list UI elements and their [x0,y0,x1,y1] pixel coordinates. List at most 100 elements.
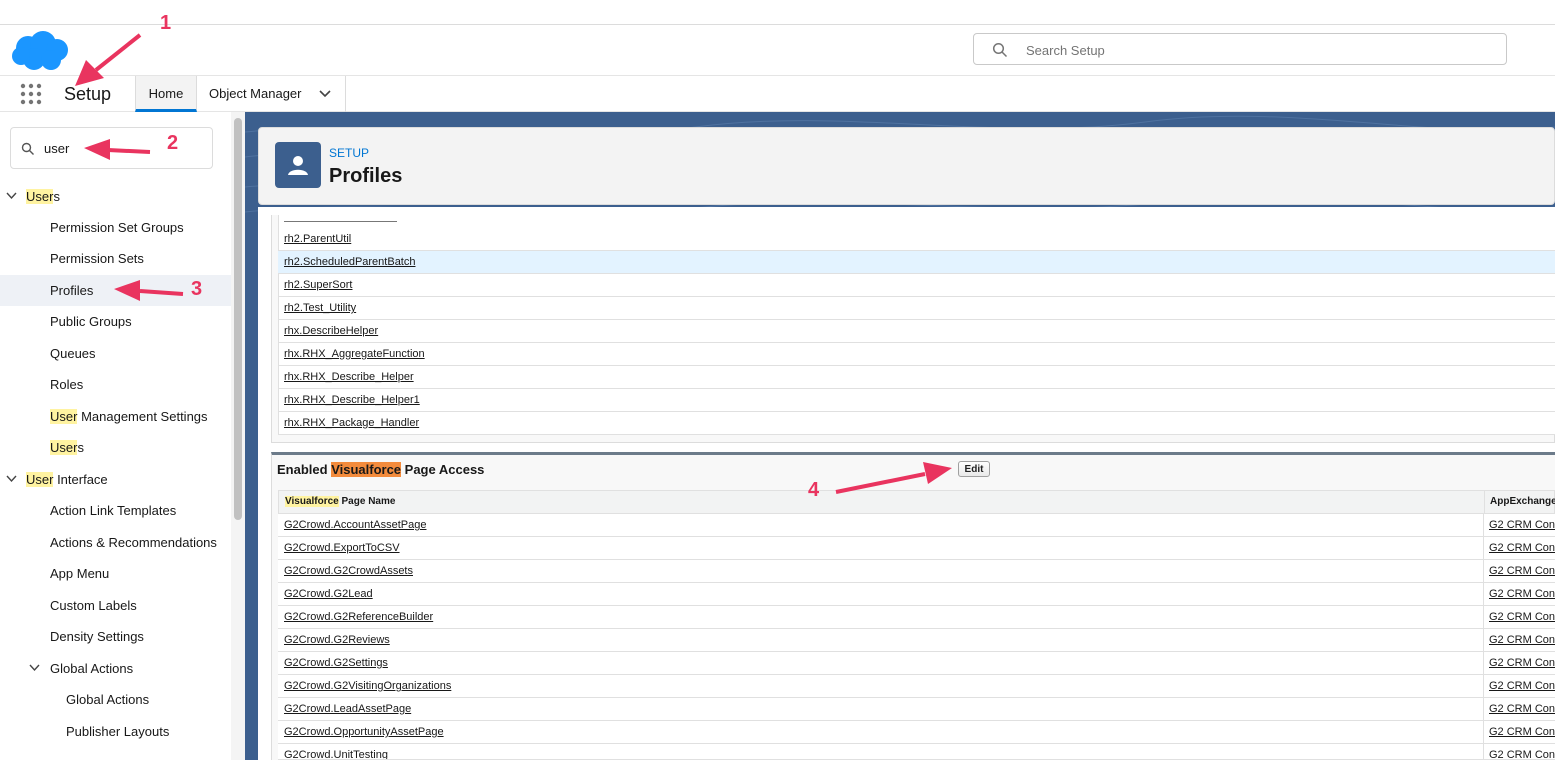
chevron-down-icon[interactable] [319,90,331,98]
sidebar-scroll-thumb[interactable] [234,118,242,520]
annotation-label-4: 4 [808,479,820,501]
match-highlight: Visualforce [331,462,402,477]
sidebar-item-density-settings[interactable]: Density Settings [0,621,231,652]
table-row: rh2.SuperSort [278,274,1555,297]
package-link[interactable]: G2 CRM Con [1489,726,1555,738]
package-link[interactable]: G2 CRM Con [1489,588,1555,600]
vf-page-link[interactable]: G2Crowd.G2VisitingOrganizations [284,680,451,692]
sidebar-item-permission-sets[interactable]: Permission Sets [0,243,231,274]
sidebar-group-global-actions[interactable]: Global Actions [0,653,231,684]
sidebar-item-label: Global Actions [50,661,134,676]
section-title-text: Page Access [401,462,485,477]
column-header-appexchange[interactable]: AppExchange [1484,491,1555,513]
vf-page-link[interactable]: G2Crowd.G2CrowdAssets [284,565,413,577]
vf-page-link[interactable]: G2Crowd.OpportunityAssetPage [284,726,444,738]
sidebar-item-public-groups[interactable]: Public Groups [0,306,231,337]
vf-page-link[interactable]: G2Crowd.AccountAssetPage [284,519,426,531]
sidebar-item-label: s [77,440,84,455]
package-link[interactable]: G2 CRM Con [1489,565,1555,577]
apex-class-link[interactable]: rhx.RHX_Describe_Helper [284,371,414,383]
quick-find-input[interactable]: user [10,127,213,169]
column-header-page-name[interactable]: Visualforce Page Name [285,491,395,513]
sidebar-item-label: Roles [50,377,84,392]
apex-class-link[interactable]: rhx.RHX_AggregateFunction [284,348,425,360]
quick-find-value: user [44,141,70,156]
apex-class-link[interactable]: rh2.Test_Utility [284,302,356,314]
setup-search-box[interactable]: Search Setup [973,33,1507,65]
column-header-label: Page Name [338,496,396,507]
vf-page-link[interactable]: G2Crowd.UnitTesting [284,749,388,759]
apex-class-link[interactable]: rh2.SuperSort [284,279,352,291]
apex-class-link[interactable]: rh2.ParentUtil [284,233,351,245]
table-row: G2Crowd.UnitTesting G2 CRM Con [278,744,1555,760]
search-placeholder: Search Setup [1026,43,1105,58]
sidebar-item-custom-labels[interactable]: Custom Labels [0,590,231,621]
sidebar-item-queues[interactable]: Queues [0,338,231,369]
package-link[interactable]: G2 CRM Con [1489,703,1555,715]
vf-page-link[interactable]: G2Crowd.G2Reviews [284,634,390,646]
edit-button[interactable]: Edit [958,461,990,477]
apex-class-link[interactable]: rhx.RHX_Describe_Helper1 [284,394,420,406]
sidebar-item-users[interactable]: Users [0,432,231,463]
sidebar-item-label: Profiles [50,283,94,298]
top-divider [0,24,1555,25]
sidebar-item-user-management-settings[interactable]: User Management Settings [0,401,231,432]
package-link[interactable]: G2 CRM Con [1489,611,1555,623]
sidebar-item-global-actions[interactable]: Global Actions [0,684,231,715]
sidebar-item-label: Actions & Recommendations [50,535,217,550]
table-row: rhx.RHX_Package_Handler [278,412,1555,435]
tab-home[interactable]: Home [135,76,197,112]
vf-page-link[interactable]: G2Crowd.ExportToCSV [284,542,400,554]
table-row: rh2.ScheduledParentBatch [278,251,1555,274]
table-row: rhx.RHX_AggregateFunction [278,343,1555,366]
package-link[interactable]: G2 CRM Con [1489,749,1555,759]
chevron-down-icon[interactable] [6,192,17,200]
table-row: rhx.RHX_Describe_Helper1 [278,389,1555,412]
table-row: rhx.RHX_Describe_Helper [278,366,1555,389]
app-launcher-icon[interactable] [20,83,42,105]
apex-class-link[interactable]: rhx.DescribeHelper [284,325,378,337]
chevron-down-icon[interactable] [6,475,17,483]
annotation-label-3: 3 [191,278,203,300]
match-highlight: User [50,409,78,424]
sidebar-item-action-link-templates[interactable]: Action Link Templates [0,495,231,526]
sidebar-group-users[interactable]: Users [0,181,231,212]
match-highlight: Visualforce [285,496,339,507]
match-highlight: User [26,472,54,487]
sidebar-group-user-interface[interactable]: User Interface [0,464,231,495]
sidebar-item-actions-recommendations[interactable]: Actions & Recommendations [0,527,231,558]
tab-object-manager[interactable]: Object Manager [197,76,346,112]
table-row: G2Crowd.AccountAssetPage G2 CRM Con [278,514,1555,537]
sidebar-item-label: Permission Set Groups [50,220,184,235]
sidebar-item-label: s [53,189,60,204]
sidebar-item-publisher-layouts[interactable]: Publisher Layouts [0,716,231,747]
table-row: G2Crowd.G2VisitingOrganizations G2 CRM Co… [278,675,1555,698]
sidebar-item-app-menu[interactable]: App Menu [0,558,231,589]
package-link[interactable]: G2 CRM Con [1489,680,1555,692]
package-link[interactable]: G2 CRM Con [1489,634,1555,646]
vf-page-link[interactable]: G2Crowd.G2Lead [284,588,373,600]
page-header [258,127,1555,205]
search-icon [992,42,1008,58]
table-row: G2Crowd.G2Reviews G2 CRM Con [278,629,1555,652]
chevron-down-icon[interactable] [29,664,40,672]
vf-page-link[interactable]: G2Crowd.G2ReferenceBuilder [284,611,433,623]
table-row: rhx.DescribeHelper [278,320,1555,343]
sidebar-item-label: Action Link Templates [50,503,177,518]
vf-page-link[interactable]: G2Crowd.G2Settings [284,657,388,669]
package-link[interactable]: G2 CRM Con [1489,519,1555,531]
setup-sidebar: user Users Permission Set Groups Permiss… [0,112,245,760]
salesforce-cloud-logo[interactable] [10,30,72,74]
sidebar-item-roles[interactable]: Roles [0,369,231,400]
package-link[interactable]: G2 CRM Con [1489,657,1555,669]
apex-class-link[interactable]: rh2.ScheduledParentBatch [284,256,415,268]
table-row: G2Crowd.ExportToCSV G2 CRM Con [278,537,1555,560]
section-title: Enabled Visualforce Page Access [277,462,484,477]
package-link[interactable]: G2 CRM Con [1489,542,1555,554]
table-row: G2Crowd.G2Settings G2 CRM Con [278,652,1555,675]
user-icon [288,156,308,175]
vf-page-link[interactable]: G2Crowd.LeadAssetPage [284,703,411,715]
apex-class-link[interactable]: rhx.RHX_Package_Handler [284,417,419,429]
sidebar-item-permission-set-groups[interactable]: Permission Set Groups [0,212,231,243]
match-highlight: User [50,440,78,455]
